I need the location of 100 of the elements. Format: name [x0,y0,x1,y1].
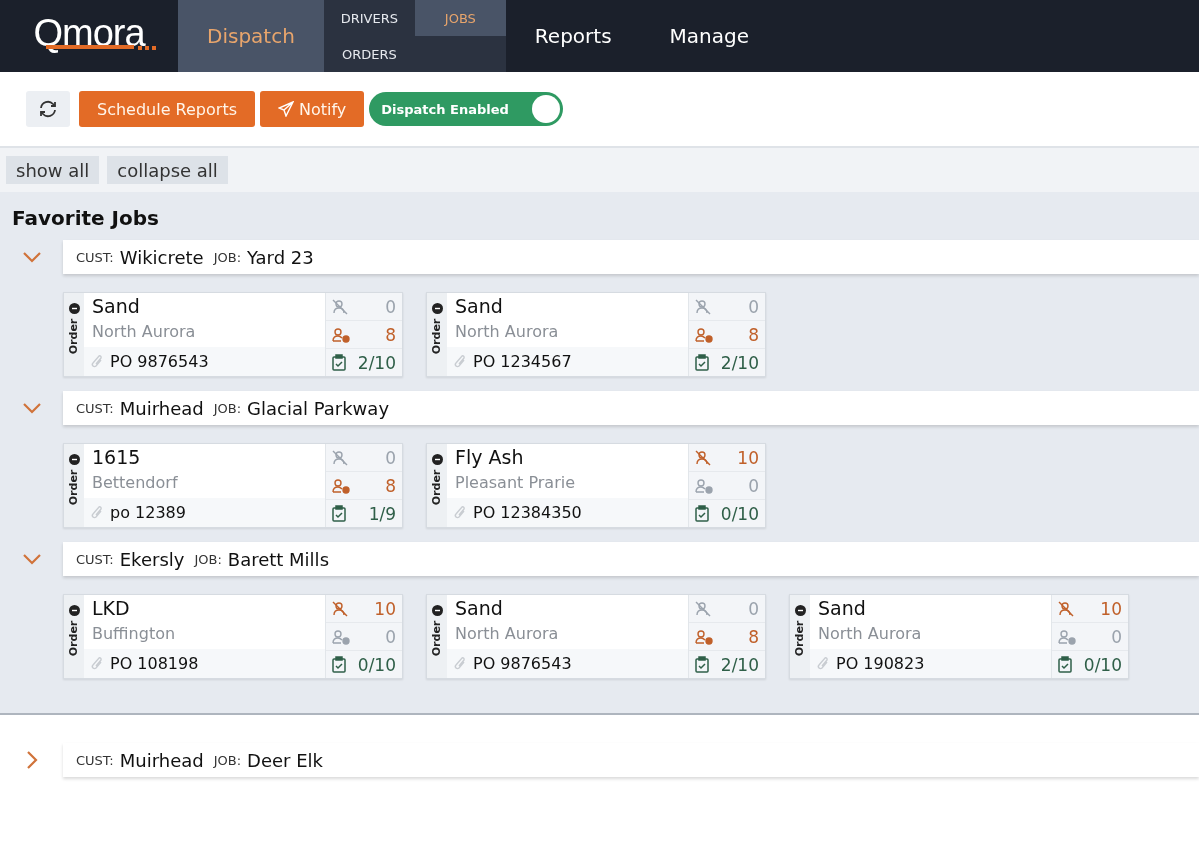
order-card[interactable]: Order Sand North Aurora PO 9876543 0 8 2/10 [426,594,766,679]
paperclip-icon [816,655,830,672]
refresh-button[interactable] [26,91,70,127]
person-dot-icon [695,477,713,494]
stat-count: 0 [385,626,396,647]
stat-count: 0 [1111,626,1122,647]
job-label: JOB: [213,752,242,768]
clipboard-check-icon [332,656,346,673]
location-text: North Aurora [454,624,560,645]
stat-count: 8 [748,324,759,345]
paper-plane-icon [278,101,294,117]
paperclip-icon [453,655,467,672]
job-label: JOB: [213,249,242,265]
person-slash-icon [695,298,711,315]
location-text: Buffington [91,624,177,645]
customer-label: CUST: [76,752,114,768]
order-card[interactable]: Order LKD Buffington PO 108198 10 0 0/10 [63,594,403,679]
stat-count: 1/9 [368,503,396,524]
subnav-tab[interactable]: ORDERS [323,36,415,72]
material-name: LKD [91,596,131,621]
customer-name: Wikicrete [119,246,204,268]
order-card[interactable]: Order Fly Ash Pleasant Prarie PO 12384350 10 0 0/10 [426,443,766,528]
stat-count: 0 [748,296,759,317]
order-card[interactable]: Order 1615 Bettendorf po 12389 0 8 1/9 [63,443,403,528]
subnav-tab[interactable]: DRIVERS [323,0,415,36]
stat-count: 8 [748,626,759,647]
clipboard-check-icon [332,505,346,522]
material-name: Sand [454,294,504,319]
stat-count: 2/10 [720,654,759,675]
customer-label: CUST: [76,249,114,265]
order-card[interactable]: Order Sand North Aurora PO 190823 10 0 0/10 [789,594,1129,679]
collapse-all-button[interactable]: collapse all [107,156,228,184]
person-dot-icon [695,628,713,645]
minus-circle-icon [431,303,443,314]
person-slash-icon [695,600,711,617]
clipboard-check-icon [695,354,709,371]
po-number: PO 190823 [836,654,925,673]
person-slash-icon [695,449,711,466]
material-name: Fly Ash [454,445,525,470]
order-card[interactable]: Order Sand North Aurora PO 1234567 0 8 2/10 [426,292,766,377]
po-number: PO 12384350 [473,503,582,522]
po-number: po 12389 [110,503,186,522]
job-name: Yard 23 [247,246,314,268]
material-name: Sand [454,596,504,621]
paperclip-icon [453,353,467,370]
stat-count: 0 [385,447,396,468]
clipboard-check-icon [1058,656,1072,673]
job-header[interactable]: CUST: Ekersly JOB: Barett Mills [63,542,1199,576]
subnav-tab[interactable]: JOBS [414,0,506,36]
show-all-button[interactable]: show all [6,156,100,184]
nav-tab[interactable]: Dispatch [178,0,324,72]
stat-count: 10 [1100,598,1122,619]
paperclip-icon [90,655,104,672]
brand-logo[interactable]: Qmora [0,0,178,72]
section-title: Favorite Jobs [11,206,160,230]
refresh-icon [38,99,58,119]
nav-tab[interactable]: Manage [640,0,778,72]
stat-count: 0/10 [720,503,759,524]
job-name: Barett Mills [227,548,329,570]
location-text: North Aurora [454,322,560,343]
stat-count: 0 [385,296,396,317]
po-number: PO 9876543 [473,654,572,673]
stat-count: 2/10 [720,352,759,373]
order-card[interactable]: Order Sand North Aurora PO 9876543 0 8 2/10 [63,292,403,377]
minus-circle-icon [68,454,80,465]
job-label: JOB: [213,400,242,416]
minus-circle-icon [68,605,80,616]
job-name: Glacial Parkway [247,397,390,419]
stat-count: 10 [374,598,396,619]
stat-count: 8 [385,324,396,345]
material-name: Sand [817,596,867,621]
po-number: PO 1234567 [473,352,572,371]
stat-count: 0 [748,475,759,496]
stat-count: 0/10 [357,654,396,675]
customer-name: Ekersly [119,548,185,570]
minus-circle-icon [68,303,80,314]
clipboard-check-icon [332,354,346,371]
clipboard-check-icon [695,656,709,673]
job-header[interactable]: CUST: Muirhead JOB: Deer Elk [63,743,1199,777]
location-text: Pleasant Prarie [454,473,576,494]
person-slash-icon [332,298,348,315]
person-dot-icon [695,326,713,343]
customer-label: CUST: [76,551,114,567]
location-text: North Aurora [91,322,197,343]
dispatch-toggle[interactable]: Dispatch Enabled [369,92,564,126]
customer-label: CUST: [76,400,114,416]
nav-tab[interactable]: Reports [505,0,641,72]
material-name: 1615 [91,445,142,470]
paperclip-icon [90,504,104,521]
person-dot-icon [332,326,350,343]
minus-circle-icon [431,605,443,616]
po-number: PO 9876543 [110,352,209,371]
minus-circle-icon [794,605,806,616]
stat-count: 8 [385,475,396,496]
paperclip-icon [90,353,104,370]
person-slash-icon [332,449,348,466]
person-dot-icon [332,477,350,494]
job-header[interactable]: CUST: Muirhead JOB: Glacial Parkway [63,391,1199,425]
job-name: Deer Elk [247,749,324,771]
job-header[interactable]: CUST: Wikicrete JOB: Yard 23 [63,240,1199,274]
